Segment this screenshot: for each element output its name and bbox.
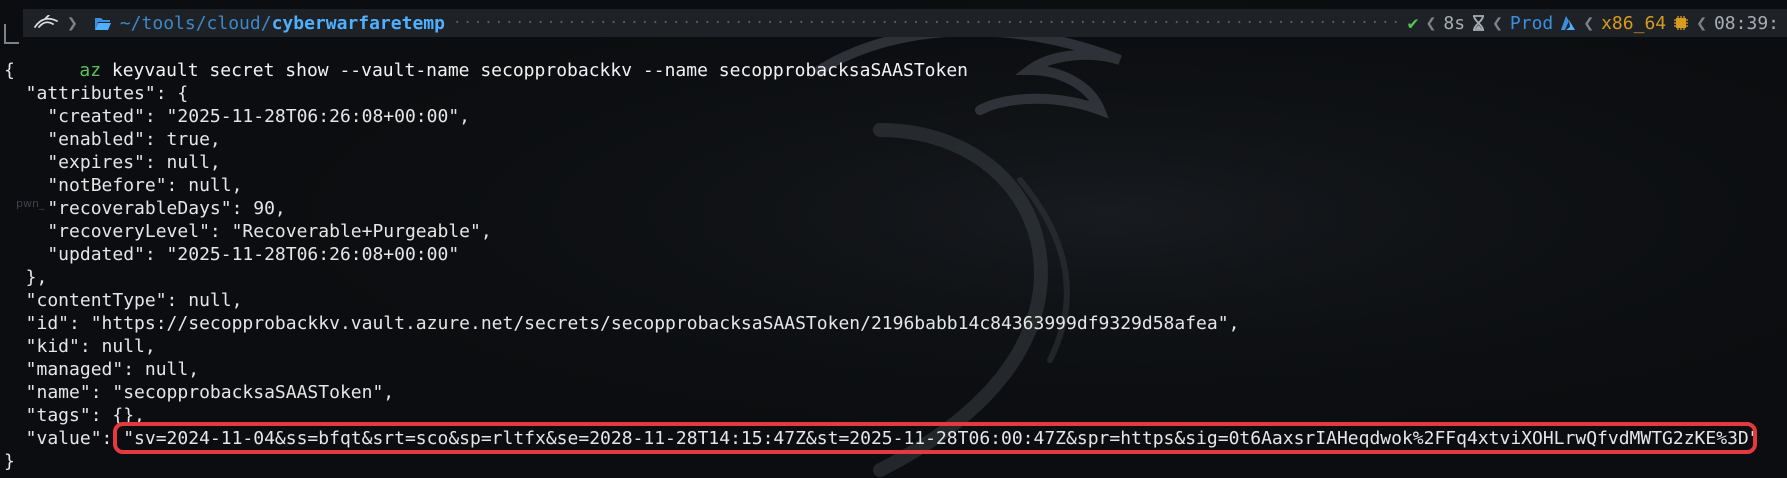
output-line: "created": "2025-11-28T06:26:08+00:00", bbox=[4, 106, 470, 127]
cpu-architecture: x86_64 bbox=[1601, 12, 1667, 34]
segment-separator: ❮ bbox=[1425, 12, 1437, 34]
path-prefix: ~/tools/cloud/ bbox=[119, 12, 272, 34]
command-line: az keyvault secret show --vault-name sec… bbox=[36, 36, 968, 81]
prompt-bar: ❯ ~/tools/cloud/cyberwarfaretemp ·······… bbox=[23, 9, 1787, 37]
output-line: "contentType": null, bbox=[4, 290, 243, 311]
output-line: { bbox=[4, 60, 15, 81]
command-duration: 8s bbox=[1443, 12, 1466, 34]
output-line: "attributes": { bbox=[4, 83, 189, 104]
command-arguments: keyvault secret show --vault-name secopp… bbox=[101, 60, 968, 81]
clock-time: 08:39: bbox=[1713, 12, 1779, 34]
output-line: "notBefore": null, bbox=[4, 175, 243, 196]
output-line: "updated": "2025-11-28T06:26:08+00:00" bbox=[4, 244, 460, 265]
output-line: "id": "https://secopprobackkv.vault.azur… bbox=[4, 313, 1240, 334]
output-line: "enabled": true, bbox=[4, 129, 221, 150]
segment-separator: ❮ bbox=[1492, 12, 1503, 34]
output-line: "name": "secopprobacksaSAASToken", bbox=[4, 382, 395, 403]
output-line: "recoverableDays": 90, bbox=[4, 198, 286, 219]
prompt-os-segment: ❯ bbox=[23, 9, 86, 37]
prompt-connector bbox=[4, 24, 19, 44]
folder-open-icon bbox=[94, 17, 111, 30]
prompt-fill-dots: ········································… bbox=[452, 15, 1400, 31]
secret-value-highlight bbox=[113, 422, 1757, 454]
terminal-window[interactable]: ❯ ~/tools/cloud/cyberwarfaretemp ·······… bbox=[0, 0, 1787, 478]
output-line: "kid": null, bbox=[4, 336, 156, 357]
segment-separator: ❮ bbox=[1696, 12, 1707, 34]
output-line: "managed": null, bbox=[4, 359, 200, 380]
azure-environment: Prod bbox=[1509, 12, 1554, 34]
prompt-right-segments: ✔ ❮ 8s ❮ Prod ❮ x86_64 ❮ 08:39: bbox=[1400, 9, 1787, 37]
segment-separator: ❯ bbox=[67, 12, 78, 34]
cpu-chip-icon bbox=[1674, 16, 1689, 30]
output-line: "recoveryLevel": "Recoverable+Purgeable"… bbox=[4, 221, 492, 242]
output-line: } bbox=[4, 451, 15, 472]
output-line: }, bbox=[4, 267, 48, 288]
check-icon: ✔ bbox=[1407, 12, 1419, 34]
hourglass-icon bbox=[1473, 15, 1485, 31]
command-program: az bbox=[79, 60, 102, 81]
path-current-dir: cyberwarfaretemp bbox=[271, 12, 445, 34]
output-line: "expires": null, bbox=[4, 152, 221, 173]
azure-icon bbox=[1561, 16, 1576, 30]
kali-logo-icon bbox=[34, 15, 58, 28]
prompt-path-segment: ~/tools/cloud/cyberwarfaretemp bbox=[86, 9, 453, 37]
segment-separator: ❮ bbox=[1583, 12, 1595, 34]
